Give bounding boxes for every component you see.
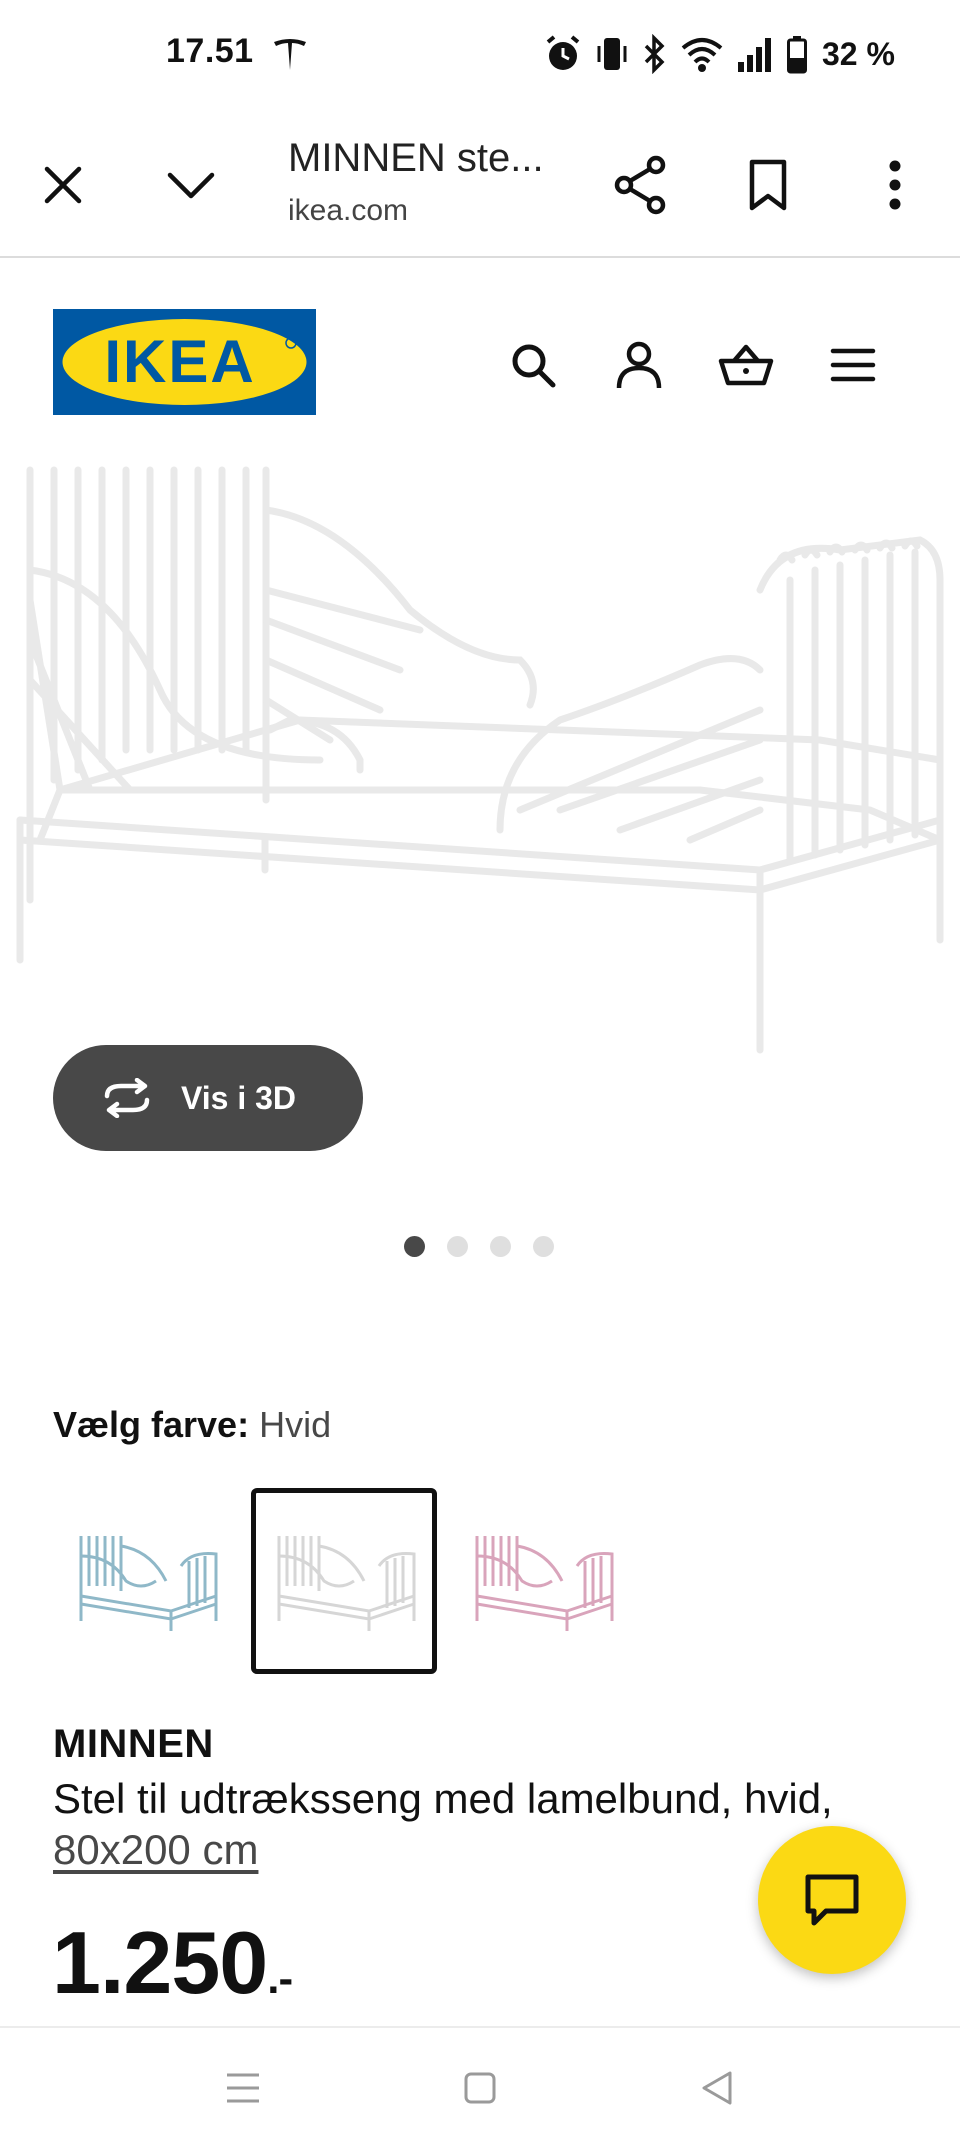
product-size-link[interactable]: 80x200 cm (53, 1826, 258, 1874)
chevron-down-icon (167, 172, 215, 199)
home-icon (464, 2072, 496, 2104)
recents-icon (227, 2073, 259, 2103)
page-title: MINNEN ste... (288, 136, 544, 180)
carousel-dot[interactable] (533, 1236, 554, 1257)
bluetooth-icon (644, 34, 665, 74)
color-label-title: Vælg farve: (53, 1404, 250, 1445)
product-image[interactable] (0, 460, 960, 1070)
carousel-dot[interactable] (490, 1236, 511, 1257)
status-icons: 32 % (544, 30, 895, 78)
selected-color-value: Hvid (259, 1404, 332, 1445)
view-in-3d-label: Vis i 3D (181, 1079, 297, 1116)
system-navigation-bar (0, 2026, 960, 2144)
signal-icon (738, 38, 771, 72)
tesla-icon (270, 34, 310, 74)
more-vert-icon (889, 160, 901, 210)
close-icon (44, 166, 82, 204)
carousel-dot[interactable] (447, 1236, 468, 1257)
view-in-3d-button[interactable]: Vis i 3D (53, 1045, 363, 1151)
carousel-indicators (404, 1236, 554, 1257)
ikea-logo[interactable]: IKEA (53, 309, 316, 415)
chat-icon (805, 1874, 859, 1926)
bed-thumbnail-white (277, 1536, 416, 1631)
share-icon (614, 155, 666, 215)
home-button[interactable] (445, 2056, 515, 2120)
page-url[interactable]: ikea.com (288, 194, 408, 228)
bed-thumbnail-pink (475, 1536, 614, 1631)
color-swatch-white[interactable] (251, 1488, 437, 1674)
account-button[interactable] (604, 330, 674, 400)
more-options-button[interactable] (860, 150, 930, 220)
menu-button[interactable] (818, 330, 888, 400)
account-icon (616, 341, 662, 389)
price-suffix: .- (267, 1954, 293, 2003)
alarm-icon (546, 35, 580, 70)
recents-button[interactable] (208, 2056, 278, 2120)
page: 17.51 32 % MINNEN ste... ikea.com IKEA V… (0, 0, 960, 2144)
battery-icon (787, 36, 807, 74)
vibrate-icon (597, 38, 627, 70)
browser-toolbar: MINNEN ste... ikea.com (0, 110, 960, 258)
status-bar: 17.51 32 % (0, 0, 960, 110)
search-icon (512, 344, 556, 388)
battery-percent: 32 % (822, 35, 895, 72)
color-swatch-pink[interactable] (449, 1488, 635, 1674)
bookmark-button[interactable] (733, 150, 803, 220)
chat-button[interactable] (758, 1826, 906, 1974)
color-swatch-blue[interactable] (53, 1488, 239, 1674)
product-price: 1.250.- (52, 1912, 293, 2014)
bed-illustration (16, 466, 944, 1054)
color-selector-label: Vælg farve: Hvid (53, 1404, 331, 1446)
basket-button[interactable] (711, 330, 781, 400)
back-icon (702, 2071, 732, 2105)
product-description: Stel til udtræksseng med lamelbund, hvid… (53, 1775, 833, 1822)
price-amount: 1.250 (52, 1913, 268, 2012)
wifi-icon (681, 38, 723, 72)
search-button[interactable] (498, 330, 568, 400)
collapse-button[interactable] (156, 150, 226, 220)
back-button[interactable] (682, 2056, 752, 2120)
product-name: MINNEN (53, 1722, 214, 1766)
share-button[interactable] (605, 150, 675, 220)
carousel-dot[interactable] (404, 1236, 425, 1257)
bookmark-icon (749, 159, 787, 211)
logo-text: IKEA (104, 328, 255, 395)
rotate-3d-icon (104, 1078, 150, 1118)
close-tab-button[interactable] (28, 150, 98, 220)
menu-icon (830, 348, 876, 382)
basket-icon (718, 344, 774, 386)
bed-thumbnail-blue (79, 1536, 218, 1631)
status-time: 17.51 (166, 32, 254, 70)
